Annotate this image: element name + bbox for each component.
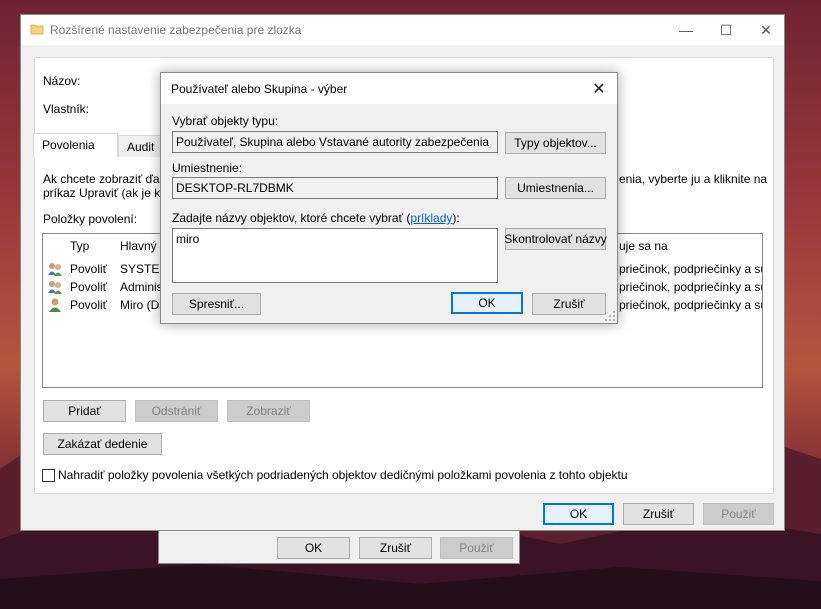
back-ok-button[interactable]: OK (277, 537, 350, 559)
dialog-title: Používateľ alebo Skupina - výber (171, 82, 348, 96)
object-type-label: Vybrať objekty typu: (172, 114, 279, 128)
row-type: Povoliť (70, 280, 108, 294)
view-button: Zobraziť (227, 400, 310, 422)
back-apply-button: Použiť (440, 537, 513, 559)
info-text-left-2: príkaz Upraviť (ak je k (43, 186, 161, 200)
disable-inheritance-button[interactable]: Zakázať dedenie (43, 433, 162, 455)
window-title: Rozšírené nastavenie zabezpečenia pre zl… (50, 23, 302, 37)
close-icon[interactable]: ✕ (746, 15, 786, 45)
maximize-icon[interactable]: ☐ (706, 15, 746, 45)
name-label: Názov: (43, 74, 81, 88)
title-bar: Rozšírené nastavenie zabezpečenia pre zl… (21, 15, 784, 45)
row-applies: priečinok, podpriečinky a súbory (619, 280, 762, 294)
location-label: Umiestnenie: (172, 161, 243, 175)
user-icon (49, 298, 61, 312)
advanced-button[interactable]: Spresniť... (172, 293, 261, 315)
back-cancel-button[interactable]: Zrušiť (359, 537, 432, 559)
background-dialog: OK Zrušiť Použiť (158, 528, 520, 564)
cancel-button[interactable]: Zrušiť (623, 503, 694, 525)
folder-icon (30, 24, 44, 35)
row-type: Povoliť (70, 262, 108, 276)
examples-link[interactable]: príklady (410, 211, 452, 225)
remove-button: Odstrániť (135, 400, 218, 422)
enter-names-label: Zadajte názvy objektov, ktoré chcete vyb… (172, 211, 460, 225)
row-applies: priečinok, podpriečinky a súbory (619, 298, 762, 312)
row-principal: Miro (D (120, 298, 160, 312)
row-principal: Adminis (120, 280, 163, 294)
object-type-field: Používateľ, Skupina alebo Vstavané autor… (172, 131, 498, 153)
group-icon (48, 263, 62, 276)
minimize-icon[interactable]: — (666, 15, 706, 45)
dialog-title-bar: Používateľ alebo Skupina - výber ✕ (161, 73, 617, 104)
object-types-button[interactable]: Typy objektov... (505, 132, 606, 154)
row-applies: priečinok, podpriečinky a súbory (619, 262, 762, 276)
add-button[interactable]: Pridať (43, 400, 126, 422)
info-text-right: enia, vyberte ju a kliknite na (619, 172, 768, 186)
locations-button[interactable]: Umiestnenia... (505, 177, 606, 199)
tab-permissions[interactable]: Povolenia (33, 133, 118, 157)
group-icon (48, 281, 62, 294)
ok-button[interactable]: OK (543, 503, 614, 525)
enter-names-suffix: ): (452, 211, 460, 225)
column-principal[interactable]: Hlavný (120, 239, 157, 253)
info-text-left: Ak chcete zobraziť ďal (43, 172, 163, 186)
column-type[interactable]: Typ (70, 239, 89, 253)
close-icon[interactable]: ✕ (581, 73, 617, 104)
apply-button: Použiť (703, 503, 774, 525)
dialog-cancel-button[interactable]: Zrušiť (532, 293, 606, 315)
object-names-input[interactable]: miro (172, 228, 498, 283)
permissions-label: Položky povolení: (43, 212, 138, 226)
select-user-group-dialog: Používateľ alebo Skupina - výber ✕ Vybra… (160, 72, 618, 324)
enter-names-text: Zadajte názvy objektov, ktoré chcete vyb… (172, 211, 411, 225)
check-names-button[interactable]: Skontrolovať názvy (504, 228, 607, 250)
replace-permissions-checkbox[interactable] (42, 469, 55, 482)
dialog-ok-button[interactable]: OK (451, 292, 523, 314)
replace-permissions-label: Nahradiť položky povolenia všetkých podr… (58, 468, 628, 482)
owner-label: Vlastník: (43, 102, 90, 116)
column-applies-to[interactable]: uje sa na (619, 239, 668, 253)
resize-grip-icon[interactable] (605, 311, 615, 321)
row-type: Povoliť (70, 298, 108, 312)
location-field: DESKTOP-RL7DBMK (172, 177, 498, 199)
